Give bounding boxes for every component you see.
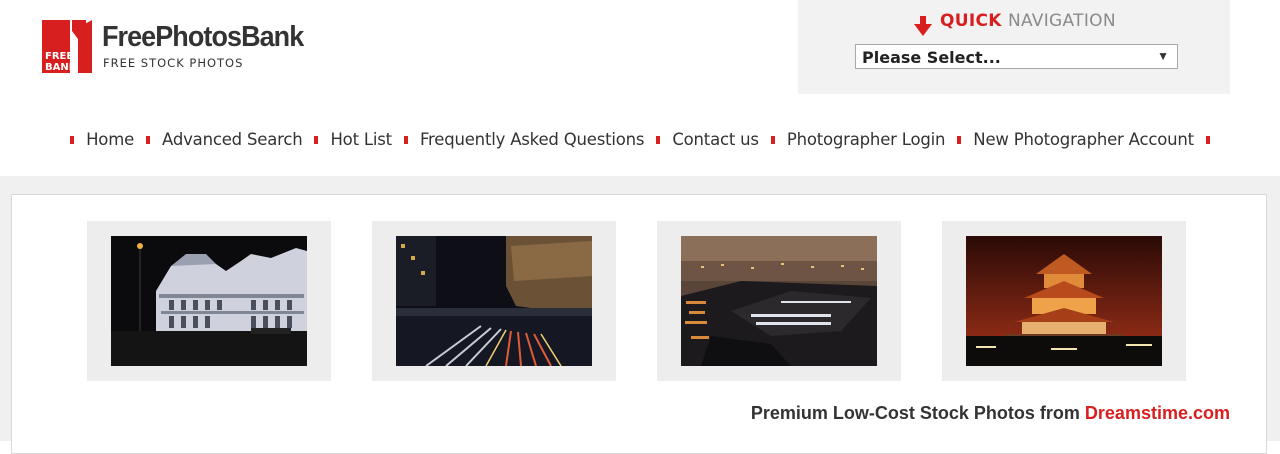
quick-navigation-panel: QUICK NAVIGATION Please Select... ▼	[798, 0, 1230, 94]
photo-opera-house-night-icon	[111, 236, 307, 366]
quick-navigation-title: QUICK NAVIGATION	[940, 11, 1116, 31]
nav-bullet-icon	[656, 135, 661, 144]
photo-thumbnail[interactable]	[87, 221, 331, 381]
nav-hot-list[interactable]: Hot List	[330, 130, 392, 149]
promo-label: Premium Low-Cost Stock Photos from	[750, 403, 1085, 423]
photo-thumbnail[interactable]	[372, 221, 616, 381]
quick-label: QUICK	[940, 11, 1002, 31]
dreamstime-link[interactable]: Dreamstime.com	[1085, 403, 1230, 423]
nav-bullet-icon	[957, 135, 962, 144]
logo-wordmark: FreePhotosBank	[102, 21, 304, 54]
arrow-down-icon	[914, 16, 932, 36]
quick-navigation-select[interactable]: Please Select... ▼	[855, 44, 1178, 69]
site-logo[interactable]: FREE BANK FreePhotosBank FREE STOCK PHOT…	[42, 15, 342, 77]
nav-faq[interactable]: Frequently Asked Questions	[420, 130, 645, 149]
nav-new-photographer-account[interactable]: New Photographer Account	[973, 130, 1194, 149]
photo-city-skyline-night-icon	[681, 236, 877, 366]
navigation-label: NAVIGATION	[1007, 11, 1116, 31]
photo-bell-tower-night-icon	[966, 236, 1162, 366]
logo-mark-icon: FREE BANK	[42, 17, 94, 73]
svg-text:BANK: BANK	[45, 62, 78, 73]
main-navigation: Home Advanced Search Hot List Frequently As…	[0, 130, 1280, 149]
nav-bullet-icon	[146, 135, 151, 144]
nav-bullet-icon	[70, 135, 75, 144]
svg-text:FREE: FREE	[45, 51, 73, 62]
nav-home[interactable]: Home	[86, 130, 134, 149]
nav-advanced-search[interactable]: Advanced Search	[162, 130, 303, 149]
logo-tagline: FREE STOCK PHOTOS	[103, 56, 244, 70]
logo-brand-accent: Bank	[241, 21, 304, 53]
chevron-down-icon: ▼	[1157, 49, 1169, 63]
logo-brand-main: FreePhotos	[102, 21, 242, 53]
photo-city-traffic-night-icon	[396, 236, 592, 366]
nav-photographer-login[interactable]: Photographer Login	[787, 130, 946, 149]
promo-text: Premium Low-Cost Stock Photos from Dream…	[751, 403, 1230, 424]
select-value: Please Select...	[862, 48, 1001, 67]
nav-contact-us[interactable]: Contact us	[672, 130, 759, 149]
nav-bullet-icon	[770, 135, 775, 144]
nav-bullet-icon	[403, 135, 408, 144]
photo-thumbnail[interactable]	[942, 221, 1186, 381]
photo-thumbnail[interactable]	[657, 221, 901, 381]
nav-bullet-icon	[314, 135, 319, 144]
nav-bullet-icon	[1205, 135, 1210, 144]
